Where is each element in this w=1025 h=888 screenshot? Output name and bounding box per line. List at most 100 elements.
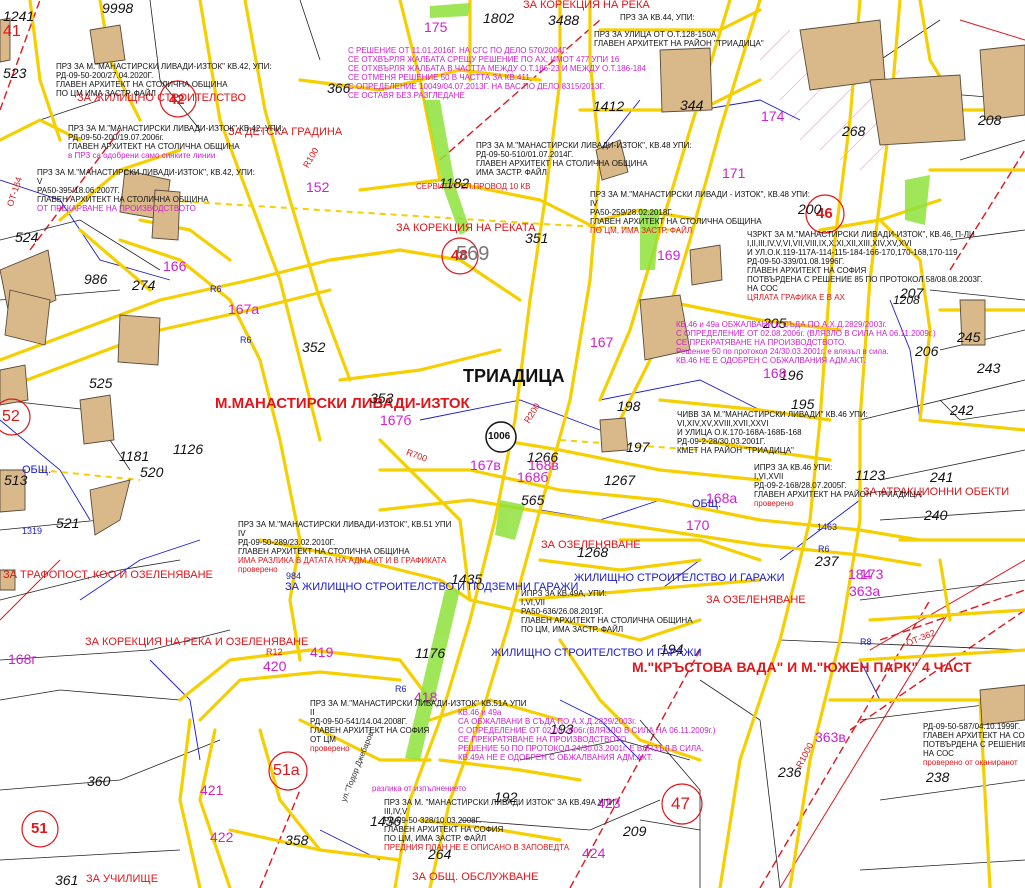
- block-number: 209: [623, 823, 647, 839]
- zone-label-blue: ОБЩ.: [22, 464, 52, 476]
- block-number: 352: [302, 339, 326, 355]
- quarter-title-1: М.МАНАСТИРСКИ ЛИВАДИ-ИЗТОК: [215, 395, 470, 412]
- block-number: 524: [15, 229, 39, 245]
- plan-note: С РЕШЕНИЕ ОТ 11.01.2016Г. НА СГС ПО ДЕЛО…: [348, 46, 647, 100]
- section-number: 420: [263, 658, 287, 674]
- block-number: 1176: [415, 645, 446, 661]
- block-number: 1802: [483, 10, 515, 26]
- section-number: 419: [310, 644, 334, 660]
- quarter-title-2: М."КРЪСТОВА ВАДА" И М."ЮЖЕН ПАРК" 4 ЧАСТ: [632, 659, 972, 675]
- block-number: 268: [842, 123, 866, 139]
- section-number: 184: [848, 566, 872, 582]
- section-number: 363в: [815, 729, 846, 745]
- block-number: 525: [89, 375, 113, 391]
- block-number: 237: [815, 553, 839, 569]
- plan-note: ИПРЗ ЗА КВ.46 УПИ: I,VI,XVII РД-09-2-168/2…: [754, 463, 924, 508]
- block-number: 236: [778, 764, 802, 780]
- plan-note: КВ.46 и 49а СА ОБЖАЛВАНИ В СЪДА ПО А.Х.Д.…: [458, 708, 716, 762]
- block-number: 1267: [604, 472, 636, 488]
- block-number: 1241: [3, 8, 35, 24]
- block-number: 344: [680, 97, 704, 113]
- circled-number: 41: [3, 23, 21, 40]
- plan-note: ПРЗ ЗА КВ.44, УПИ:: [620, 13, 695, 22]
- plan-note: ПРЗ ЗА М."МАНАСТИРСКИ ЛИВАДИ-ИЗТОК", КВ.…: [476, 141, 692, 177]
- block-number: 238: [926, 769, 950, 785]
- district-title: ТРИАДИЦА: [463, 366, 565, 386]
- building: [4, 289, 51, 346]
- section-number: 167а: [228, 301, 260, 317]
- section-number: 421: [200, 782, 224, 798]
- block-number: 242: [950, 402, 974, 418]
- block-number: 520: [140, 464, 164, 480]
- zone-label: ЗА ОЗЕЛЕНЯВАНЕ: [706, 594, 806, 606]
- plan-note: ЧЗРКТ ЗА М."МАНАСТИРСКИ ЛИВАДИ-ИЗТОК", К…: [747, 230, 983, 302]
- section-number: 168в: [528, 457, 559, 473]
- section-number: 166: [163, 258, 187, 274]
- block-number: 240: [924, 507, 948, 523]
- building: [979, 684, 1025, 726]
- block-number: 366: [327, 80, 351, 96]
- radius-label: R6: [210, 284, 222, 294]
- plan-note: ИПРЗ ЗА КВ.49А, УПИ: I,VI,VII РА50-636/26.…: [521, 589, 693, 634]
- block-number: 1126: [173, 441, 204, 457]
- zone-label: ЗА ОЗЕЛЕНЯВАНЕ: [541, 539, 641, 551]
- section-number: 175: [424, 19, 448, 35]
- block-number: 1319: [22, 526, 43, 536]
- plan-note: ПРЗ ЗА М."МАНАСТИРСКИ ЛИВАДИ - ИЗТОК", К…: [590, 190, 811, 235]
- radius-label: R6: [395, 684, 407, 694]
- section-number: 168г: [8, 651, 37, 667]
- zone-label: ЗА КОРЕКЦИЯ НА РЕКАТА: [396, 222, 536, 234]
- circled-number: 47: [671, 794, 690, 813]
- section-number: 169: [657, 247, 681, 263]
- section-number: 167б: [380, 412, 412, 428]
- servitude-label: СЕРВИТУТ ЕЛ.ПРОВОД 10 КВ: [416, 182, 531, 191]
- section-number: 168: [763, 365, 787, 381]
- plan-note: ПРЗ ЗА М."МАНАСТИРСКИ ЛИВАДИ-ИЗТОК", КВ.…: [37, 168, 255, 213]
- block-number: 1181: [119, 448, 150, 464]
- section-number: 167в: [470, 457, 501, 473]
- block-number: 3488: [548, 12, 580, 28]
- section-number: 363а: [849, 583, 881, 599]
- zone-label-blue: ЖИЛИЩНО СТРОИТЕЛСТВО И ГАРАЖИ: [491, 647, 702, 659]
- plan-note: ПРЗ ЗА М."МАНАСТИРСКИ ЛИВАДИ-ИЗТОК", КВ.…: [238, 520, 452, 574]
- section-number: 170: [686, 517, 710, 533]
- circled-number: 52: [2, 408, 20, 425]
- block-number: 1412: [593, 98, 625, 114]
- building: [89, 479, 131, 536]
- radius-label: R6: [818, 544, 830, 554]
- building: [869, 74, 966, 146]
- circled-number: 51: [31, 820, 48, 837]
- radius-label: R8: [860, 637, 872, 647]
- section-number: 152: [306, 179, 330, 195]
- block-number: 565: [521, 492, 545, 508]
- building: [117, 314, 161, 366]
- section-number: 171: [722, 165, 746, 181]
- block-number: 569: [456, 243, 490, 265]
- building: [599, 417, 629, 453]
- building: [979, 44, 1025, 121]
- zone-label: ЗА КОРЕКЦИЯ НА РЕКА: [523, 0, 650, 11]
- block-number: 208: [978, 112, 1002, 128]
- block-number: 361: [55, 872, 79, 888]
- cadastral-map[interactable]: ТРИАДИЦА М.МАНАСТИРСКИ ЛИВАДИ-ИЗТОК М."К…: [0, 0, 1025, 888]
- plan-note: ПРЗ ЗА М. "МАНАСТИРСКИ ЛИВАДИ ИЗТОК" ЗА …: [384, 798, 617, 852]
- plan-note: КВ.46 и 49а ОБЖАЛВАНИ В СЪДА ПО А.Х.Д.28…: [676, 320, 936, 365]
- block-number: 353: [370, 390, 394, 406]
- zone-label: ЗА УЧИЛИЩЕ: [86, 873, 159, 885]
- section-number: 422: [210, 829, 234, 845]
- building: [79, 394, 115, 445]
- section-number: 167: [590, 334, 614, 350]
- block-number: 9998: [102, 0, 134, 16]
- block-number: 274: [132, 277, 156, 293]
- circled-number: 51а: [273, 762, 300, 779]
- road-id: 1006: [488, 431, 511, 442]
- block-number: 241: [930, 469, 954, 485]
- block-number: 521: [56, 515, 80, 531]
- section-number: 174: [761, 108, 785, 124]
- plan-note: ПРЗ ЗА М."МАНАСТИРСКИ ЛИВАДИ-ИЗТОК" КВ.4…: [56, 62, 272, 98]
- building: [89, 24, 126, 65]
- zone-label: ЗА ОБЩ. ОБСЛУЖВАНЕ: [412, 871, 539, 883]
- plan-note: ПРЗ ЗА М."МАНАСТИРСКИ ЛИВАДИ-ИЗТОК" КВ.4…: [68, 124, 284, 160]
- zone-label-blue: ЖИЛИЩНО СТРОИТЕЛСТВО И ГАРАЖИ: [574, 572, 785, 584]
- plan-note: ПРЗ ЗА УЛИЦА ОТ О.Т.128-150А ГЛАВЕН АРХИТ…: [594, 30, 764, 48]
